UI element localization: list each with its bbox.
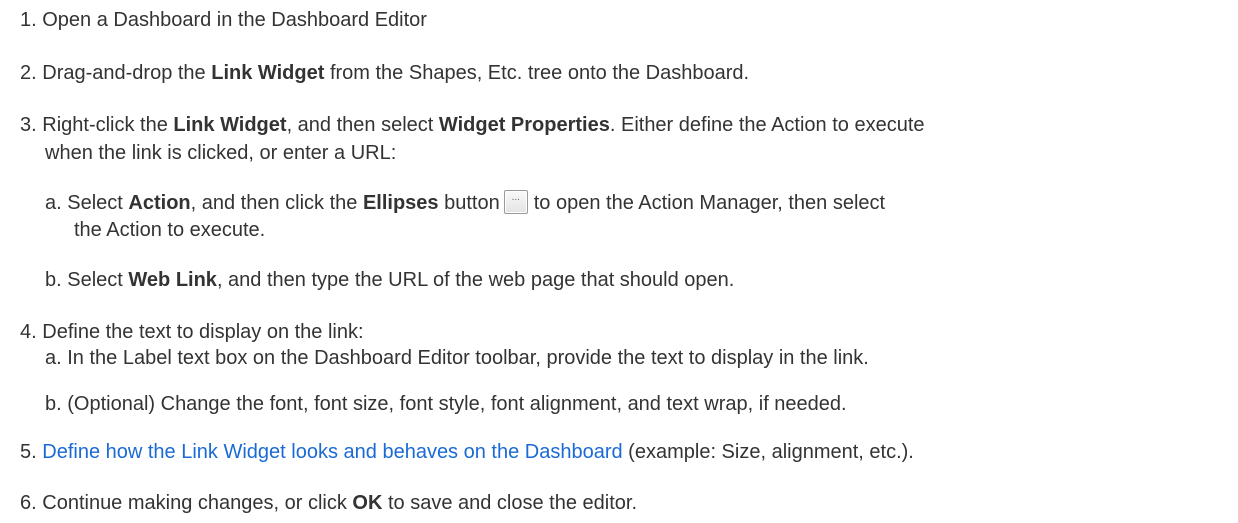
ellipsis-button-icon: ...: [503, 190, 528, 214]
step-4: 4. Define the text to display on the lin…: [20, 320, 364, 344]
step-text: Select: [67, 192, 129, 214]
step-text: to open the Action Manager, then select: [533, 192, 886, 214]
step-number: 3.: [20, 114, 37, 136]
step-3: 3. Right-click the Link Widget, and then…: [20, 113, 925, 137]
step-text: when the link is clicked, or enter a URL…: [45, 142, 397, 164]
step-text: Right-click the: [42, 114, 174, 136]
step-3a-continuation: the Action to execute.: [74, 218, 265, 242]
step-number: 4.: [20, 321, 37, 343]
step-text: . Either define the Action to execute: [609, 114, 925, 136]
step-text: , and then type the URL of the web page …: [216, 269, 735, 291]
step-number: 5.: [20, 441, 37, 463]
step-text: Define the text to display on the link:: [42, 321, 364, 343]
ui-term: Link Widget: [211, 62, 325, 84]
step-4b: b. (Optional) Change the font, font size…: [45, 392, 847, 416]
step-text: the Action to execute.: [74, 219, 266, 241]
step-text: , and then select: [286, 114, 439, 136]
step-1: 1. Open a Dashboard in the Dashboard Edi…: [20, 8, 427, 32]
step-text: Open a Dashboard in the Dashboard Editor: [42, 9, 427, 31]
link-widget-properties-link[interactable]: Define how the Link Widget looks and beh…: [42, 441, 622, 463]
ellipsis-glyph: ...: [511, 192, 520, 203]
step-number: 2.: [20, 62, 37, 84]
substep-letter: b.: [45, 269, 62, 291]
step-text: from the Shapes, Etc. tree onto the Dash…: [324, 62, 750, 84]
step-3-continuation: when the link is clicked, or enter a URL…: [45, 141, 396, 165]
ui-term: Ellipses: [362, 192, 439, 214]
step-text: Continue making changes, or click: [42, 492, 353, 514]
substep-letter: a.: [45, 192, 62, 214]
step-text: (example: Size, alignment, etc.).: [622, 441, 914, 463]
step-text: Select: [67, 269, 129, 291]
ui-term: Link Widget: [173, 114, 287, 136]
substep-letter: b.: [45, 393, 62, 415]
substep-letter: a.: [45, 347, 62, 369]
step-text: Drag-and-drop the: [42, 62, 212, 84]
step-2: 2. Drag-and-drop the Link Widget from th…: [20, 61, 749, 85]
step-3a: a. Select Action, and then click the Ell…: [45, 190, 885, 215]
step-text: button: [438, 192, 500, 214]
step-text: In the Label text box on the Dashboard E…: [67, 347, 869, 369]
step-5: 5. Define how the Link Widget looks and …: [20, 440, 914, 464]
ui-term: Web Link: [128, 269, 217, 291]
step-text: , and then click the: [190, 192, 363, 214]
step-3b: b. Select Web Link, and then type the UR…: [45, 268, 734, 292]
step-text: (Optional) Change the font, font size, f…: [67, 393, 847, 415]
ui-term: OK: [352, 492, 383, 514]
step-4a: a. In the Label text box on the Dashboar…: [45, 346, 869, 370]
step-number: 6.: [20, 492, 37, 514]
ui-term: Action: [128, 192, 191, 214]
step-6: 6. Continue making changes, or click OK …: [20, 491, 637, 515]
ui-term: Widget Properties: [438, 114, 610, 136]
step-text: to save and close the editor.: [382, 492, 638, 514]
step-number: 1.: [20, 9, 37, 31]
